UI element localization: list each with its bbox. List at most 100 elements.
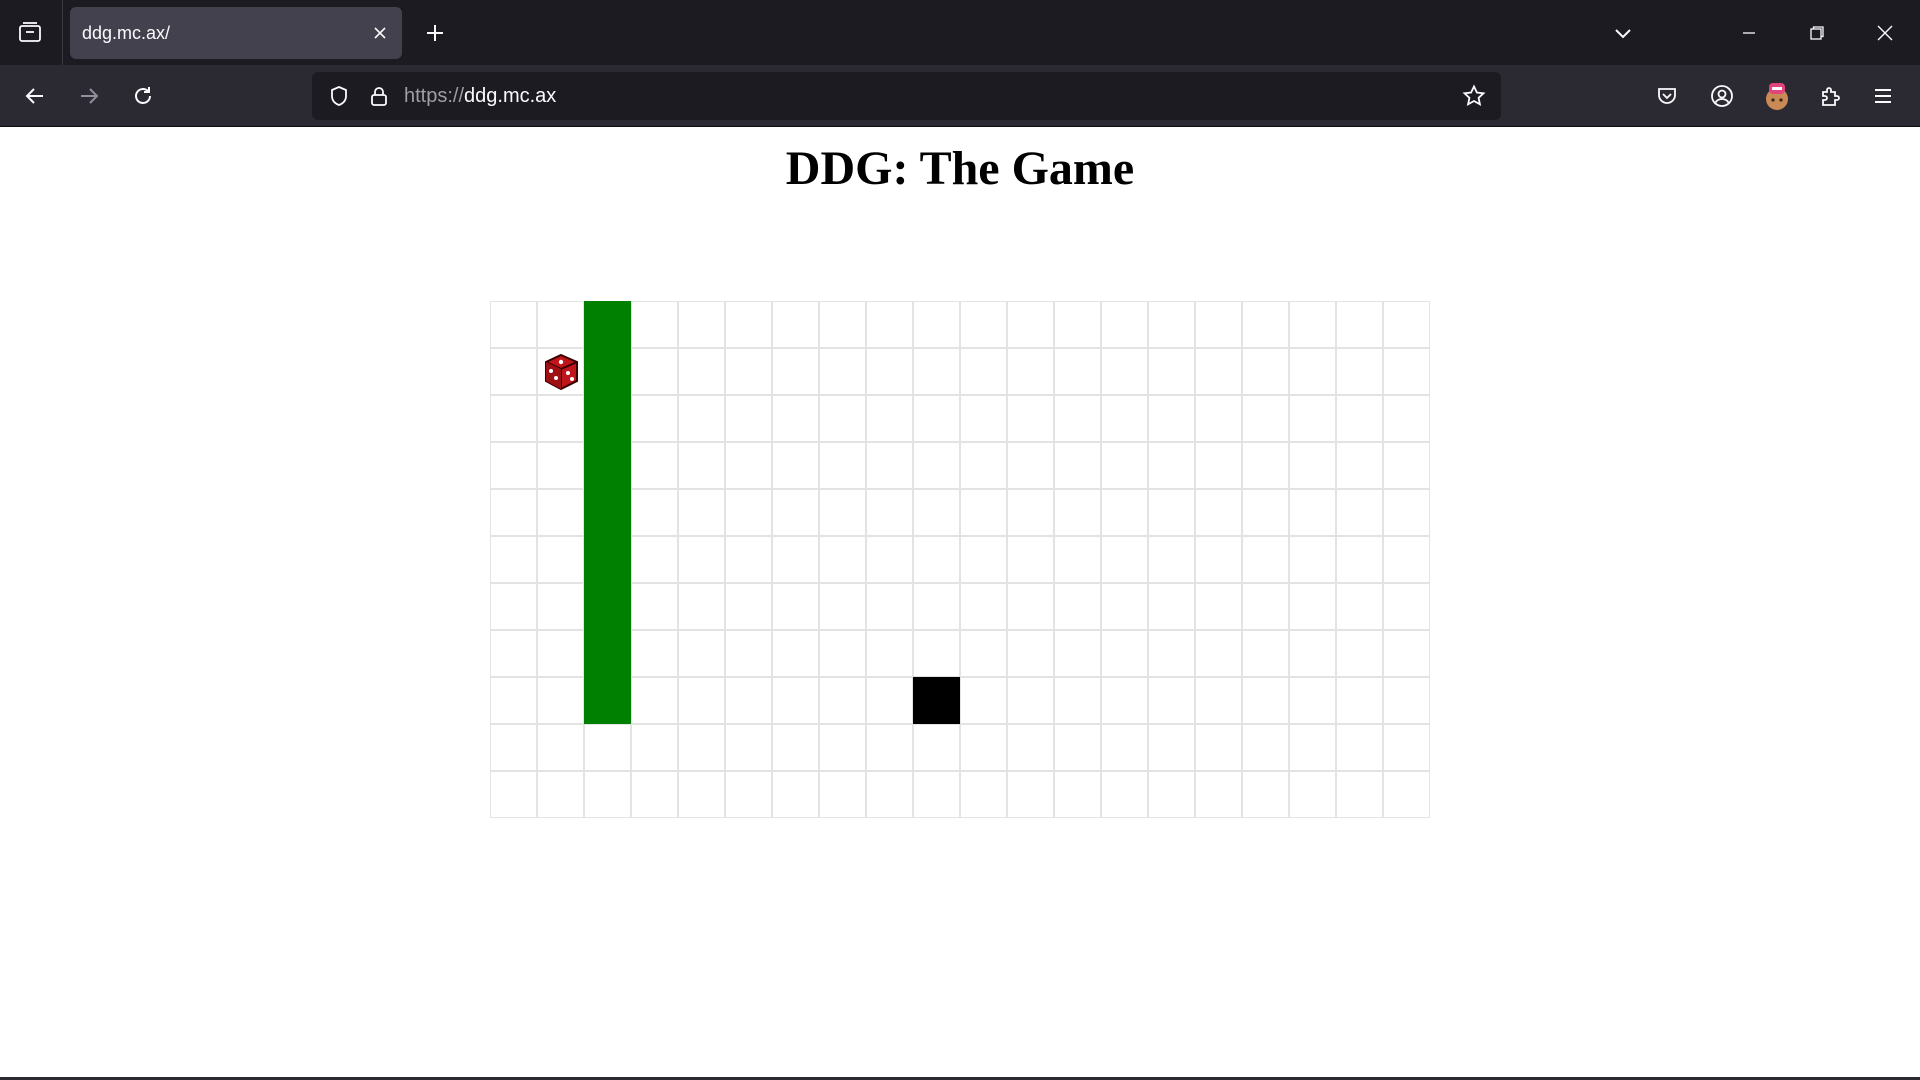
grid-cell: [1383, 442, 1430, 489]
grid-cell: [1242, 724, 1289, 771]
grid-cell: [1242, 442, 1289, 489]
grid-cell: [866, 442, 913, 489]
account-icon[interactable]: [1701, 75, 1743, 117]
grid-cell: [1242, 348, 1289, 395]
snake-segment: [584, 395, 631, 442]
hamburger-menu-icon[interactable]: [1862, 75, 1904, 117]
snake-segment: [584, 442, 631, 489]
grid-cell: [1007, 724, 1054, 771]
grid-cell: [725, 771, 772, 818]
snake-segment: [584, 630, 631, 677]
grid-cell: [1148, 677, 1195, 724]
grid-cell: [1289, 348, 1336, 395]
grid-cell: [1054, 677, 1101, 724]
grid-cell: [490, 348, 537, 395]
grid-cell: [1289, 489, 1336, 536]
grid-cell: [819, 489, 866, 536]
grid-cell: [1383, 536, 1430, 583]
grid-cell: [1054, 630, 1101, 677]
grid-cell: [490, 583, 537, 630]
close-tab-icon[interactable]: [366, 19, 394, 47]
grid-cell: [631, 348, 678, 395]
grid-cell: [1195, 536, 1242, 583]
grid-cell: [725, 630, 772, 677]
grid-cell: [678, 771, 725, 818]
grid-cell: [819, 442, 866, 489]
grid-cell: [819, 348, 866, 395]
grid-cell: [866, 677, 913, 724]
snake-segment: [584, 348, 631, 395]
game-board[interactable]: [490, 301, 1430, 818]
url-bar[interactable]: https://ddg.mc.ax: [312, 72, 1501, 120]
snake-segment: [584, 583, 631, 630]
grid-cell: [1007, 395, 1054, 442]
grid-cell: [1054, 348, 1101, 395]
grid-cell: [1054, 536, 1101, 583]
minimize-icon[interactable]: [1726, 12, 1772, 54]
grid-cell: [1195, 583, 1242, 630]
grid-cell: [678, 348, 725, 395]
grid-cell: [1007, 536, 1054, 583]
grid-cell: [1148, 583, 1195, 630]
grid-cell: [678, 301, 725, 348]
grid-cell: [1336, 348, 1383, 395]
back-arrow-icon[interactable]: [14, 75, 56, 117]
grid-cell: [490, 536, 537, 583]
grid-cell: [1336, 395, 1383, 442]
extension-avatar-icon[interactable]: [1756, 75, 1798, 117]
grid-cell: [1148, 630, 1195, 677]
grid-cell: [678, 442, 725, 489]
url-text[interactable]: https://ddg.mc.ax: [404, 72, 556, 120]
grid-cell: [1289, 724, 1336, 771]
grid-cell: [819, 724, 866, 771]
grid-cell: [537, 301, 584, 348]
grid-cell: [1007, 442, 1054, 489]
star-bookmark-icon[interactable]: [1455, 77, 1493, 115]
page-title: DDG: The Game: [785, 142, 1135, 195]
grid-cell: [678, 583, 725, 630]
grid-cell: [960, 771, 1007, 818]
grid-cell: [1336, 724, 1383, 771]
puzzle-extensions-icon[interactable]: [1810, 75, 1852, 117]
grid-cell: [866, 395, 913, 442]
tab-list-icon[interactable]: [8, 12, 52, 54]
grid-cell: [1383, 348, 1430, 395]
grid-cell: [772, 724, 819, 771]
grid-cell: [631, 442, 678, 489]
chevron-down-icon[interactable]: [1602, 12, 1644, 54]
grid-cell: [725, 536, 772, 583]
grid-cell: [819, 395, 866, 442]
lock-icon[interactable]: [360, 77, 398, 115]
grid-cell: [772, 771, 819, 818]
reload-icon[interactable]: [122, 75, 164, 117]
grid-cell: [960, 301, 1007, 348]
grid-cell: [1101, 724, 1148, 771]
grid-cell: [678, 536, 725, 583]
shield-icon[interactable]: [320, 77, 358, 115]
grid-cell: [913, 442, 960, 489]
close-window-icon[interactable]: [1862, 12, 1908, 54]
grid-cell: [913, 489, 960, 536]
grid-cell: [537, 677, 584, 724]
grid-cell: [1242, 536, 1289, 583]
grid-cell: [537, 348, 584, 395]
new-tab-icon[interactable]: [414, 12, 456, 54]
pocket-icon[interactable]: [1646, 75, 1688, 117]
grid-cell: [1383, 395, 1430, 442]
forward-arrow-icon[interactable]: [68, 75, 110, 117]
grid-cell: [913, 630, 960, 677]
grid-cell: [866, 348, 913, 395]
red-dice-icon: [540, 351, 583, 399]
grid-cell: [960, 677, 1007, 724]
browser-tab[interactable]: ddg.mc.ax/: [70, 7, 402, 59]
restore-icon[interactable]: [1794, 12, 1840, 54]
grid-cell: [1054, 442, 1101, 489]
grid-cell: [1383, 630, 1430, 677]
grid-cell: [1383, 301, 1430, 348]
grid-cell: [819, 677, 866, 724]
obstacle-block: [913, 677, 960, 724]
grid-cell: [678, 677, 725, 724]
grid-cell: [1289, 583, 1336, 630]
grid-cell: [1007, 301, 1054, 348]
grid-cell: [725, 583, 772, 630]
